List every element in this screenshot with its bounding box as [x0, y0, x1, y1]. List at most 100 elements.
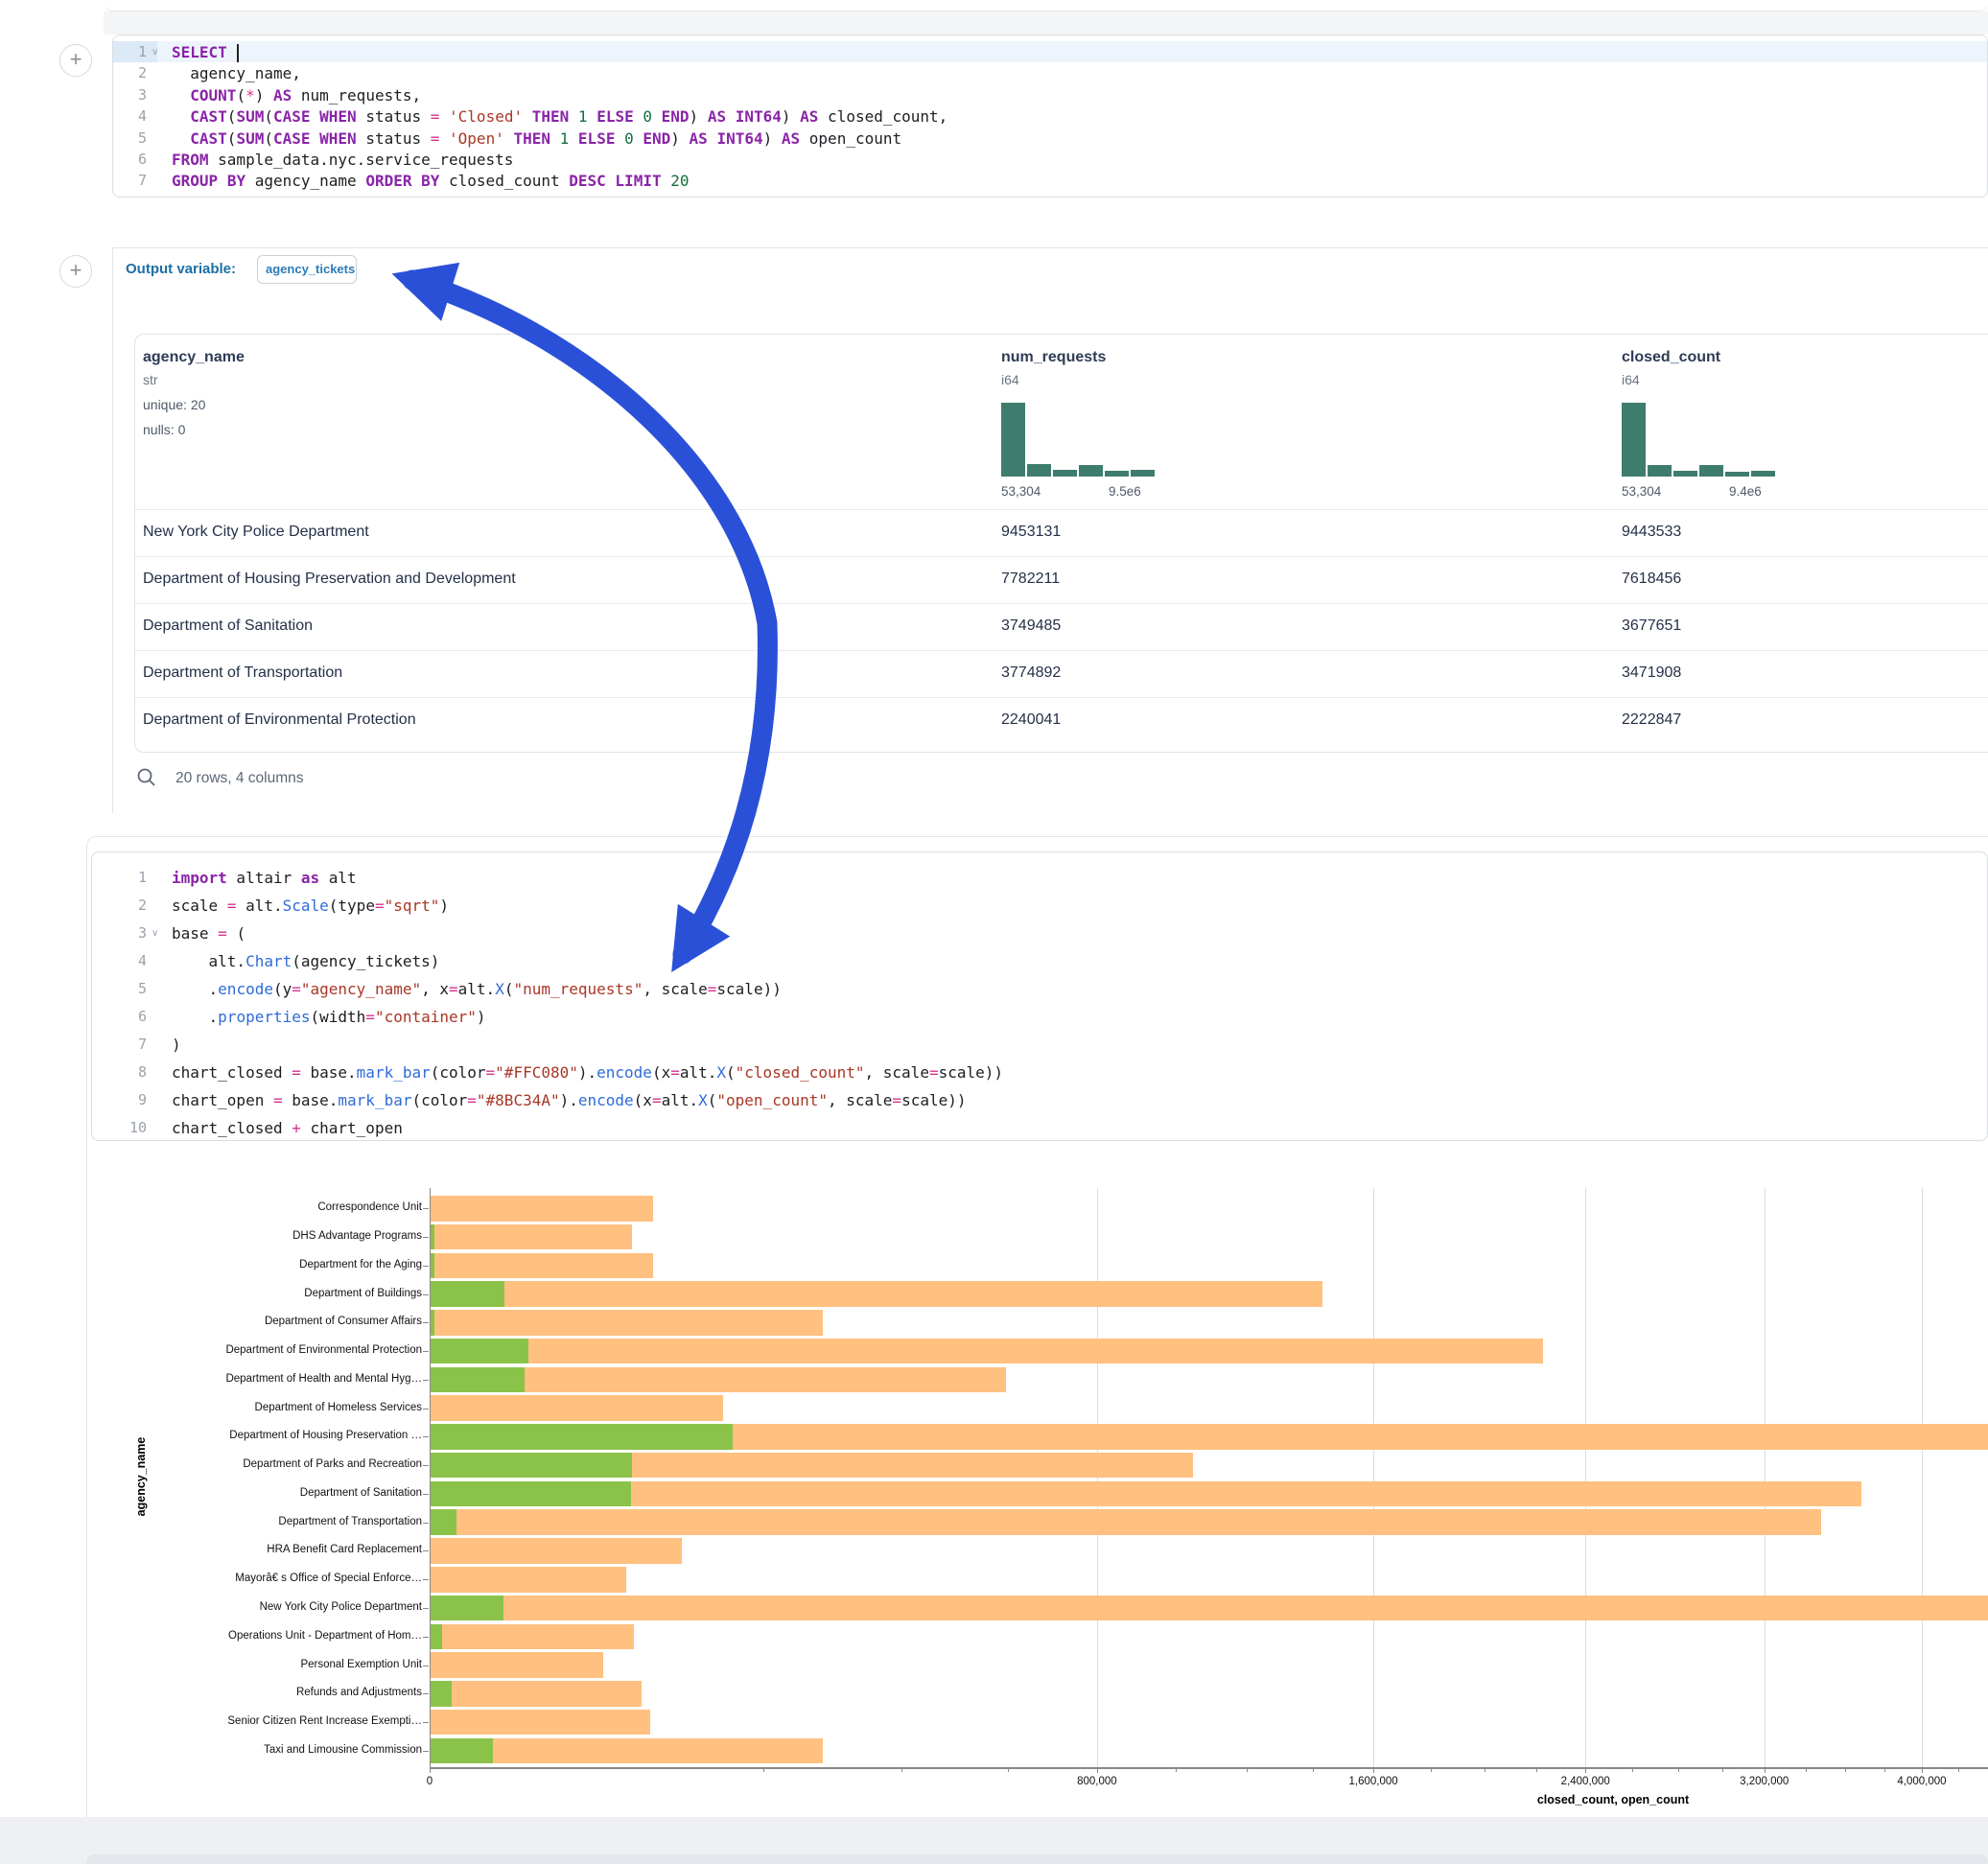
line-number: 3: [92, 924, 147, 942]
bar-closed-count: [431, 1395, 723, 1421]
line-number: 9: [92, 1091, 147, 1108]
table-cell: New York City Police Department: [143, 524, 369, 541]
table-row: Department of Environmental Protection22…: [135, 697, 1988, 744]
histogram-min-label: 53,304: [1622, 484, 1661, 499]
sql-code-cell[interactable]: 1∨SELECT 2 agency_name,3 COUNT(*) AS num…: [112, 35, 1988, 198]
code-line: chart_closed + chart_open: [172, 1119, 403, 1137]
x-tick-label: 2,400,000: [1528, 1776, 1643, 1787]
output-variable-pill[interactable]: agency_tickets: [257, 255, 357, 284]
y-axis-tick: [423, 1294, 429, 1295]
table-cell: 9443533: [1622, 524, 1681, 541]
line-number: 2: [92, 897, 147, 914]
table-cell: 2222847: [1622, 711, 1681, 729]
dataframe-preview: agency_namestr unique: 20 nulls: 0 num_requ…: [134, 334, 1988, 753]
y-axis-tick: [423, 1494, 429, 1495]
line-number: 7: [113, 172, 147, 189]
line-number: 1: [92, 869, 147, 886]
y-axis-tick: [423, 1579, 429, 1580]
add-cell-button[interactable]: +: [59, 255, 92, 288]
rowcount-status: 20 rows, 4 columns: [175, 770, 304, 787]
code-line: scale = alt.Scale(type="sqrt"): [172, 897, 449, 915]
bar-closed-count: [431, 1253, 653, 1279]
bar-closed-count: [431, 1481, 1861, 1507]
y-tick-label: Department of Consumer Affairs: [96, 1316, 422, 1327]
table-cell: 3471908: [1622, 664, 1681, 682]
column-header[interactable]: agency_name: [143, 349, 245, 366]
bar-open-count: [431, 1481, 631, 1507]
gridline: [1922, 1188, 1923, 1767]
search-icon[interactable]: [136, 767, 157, 793]
bar-closed-count: [431, 1281, 1322, 1307]
bar-open-count: [431, 1281, 504, 1307]
y-tick-label: Department of Buildings: [96, 1288, 422, 1299]
collapse-chevron-icon[interactable]: ∨: [152, 47, 158, 58]
table-cell: 9453131: [1001, 524, 1061, 541]
table-cell: 3677651: [1622, 617, 1681, 635]
y-axis-tick: [423, 1237, 429, 1238]
code-line: CAST(SUM(CASE WHEN status = 'Closed' THE…: [172, 107, 947, 126]
bar-open-count: [431, 1367, 525, 1393]
histogram-bar: [1648, 465, 1672, 477]
y-axis-tick: [423, 1637, 429, 1638]
line-number: 10: [92, 1119, 147, 1136]
bar-closed-count: [431, 1509, 1821, 1535]
bar-closed-count: [431, 1567, 626, 1593]
y-axis-tick: [423, 1465, 429, 1466]
histogram-min-label: 53,304: [1001, 484, 1041, 499]
previous-cell-edge: [104, 0, 1988, 12]
column-header[interactable]: num_requests: [1001, 349, 1106, 366]
bar-closed-count: [431, 1710, 650, 1736]
y-axis-tick: [423, 1322, 429, 1323]
histogram-bar: [1725, 472, 1749, 477]
column-stat: nulls: 0: [143, 422, 185, 437]
histogram-bar: [1105, 471, 1129, 477]
y-axis-tick: [423, 1550, 429, 1551]
x-tick-label: 1,600,000: [1316, 1776, 1431, 1787]
line-number: 5: [92, 980, 147, 997]
bar-closed-count: [431, 1681, 642, 1707]
code-line: .properties(width="container"): [172, 1008, 486, 1026]
table-cell: 2240041: [1001, 711, 1061, 729]
bar-closed-count: [431, 1624, 634, 1650]
table-row: Department of Transportation377489234719…: [135, 650, 1988, 697]
histogram-max-label: 9.4e6: [1729, 484, 1762, 499]
histogram-bar: [1001, 403, 1025, 477]
y-tick-label: Personal Exemption Unit: [96, 1659, 422, 1670]
y-axis-tick: [423, 1351, 429, 1352]
bar-closed-count: [431, 1196, 653, 1222]
y-axis-tick: [423, 1751, 429, 1752]
y-tick-label: Operations Unit - Department of Hom…: [96, 1630, 422, 1642]
active-line-highlight: [113, 41, 1988, 62]
python-code-cell[interactable]: 1import altair as alt2scale = alt.Scale(…: [91, 851, 1988, 1141]
add-cell-button[interactable]: +: [59, 44, 92, 77]
histogram-bar: [1699, 465, 1723, 477]
line-number: 1: [113, 43, 147, 60]
y-axis-tick: [423, 1380, 429, 1381]
table-cell: Department of Sanitation: [143, 617, 313, 635]
y-axis-tick: [423, 1266, 429, 1267]
column-type: i64: [1622, 372, 1640, 387]
y-axis-tick: [423, 1208, 429, 1209]
histogram-bar: [1027, 464, 1051, 477]
bar-open-count: [431, 1596, 503, 1621]
y-tick-label: DHS Advantage Programs: [96, 1230, 422, 1242]
gridline: [1765, 1188, 1766, 1767]
code-line: chart_open = base.mark_bar(color="#8BC34…: [172, 1091, 967, 1109]
column-stat: unique: 20: [143, 397, 205, 412]
histogram-bar: [1673, 471, 1697, 477]
line-number: 6: [113, 151, 147, 168]
bar-open-count: [431, 1738, 493, 1764]
y-axis-tick: [423, 1436, 429, 1437]
cell-gap: [104, 12, 1988, 35]
bar-open-count: [431, 1453, 632, 1479]
column-type: str: [143, 372, 158, 387]
collapse-chevron-icon[interactable]: ∨: [152, 928, 158, 939]
bar-open-count: [431, 1681, 452, 1707]
table-cell: Department of Transportation: [143, 664, 342, 682]
bar-closed-count: [431, 1224, 632, 1250]
x-axis-line: [430, 1767, 1988, 1769]
bar-closed-count: [431, 1652, 603, 1678]
column-header[interactable]: closed_count: [1622, 349, 1720, 366]
y-axis-tick: [423, 1608, 429, 1609]
histogram-bar: [1751, 471, 1775, 477]
